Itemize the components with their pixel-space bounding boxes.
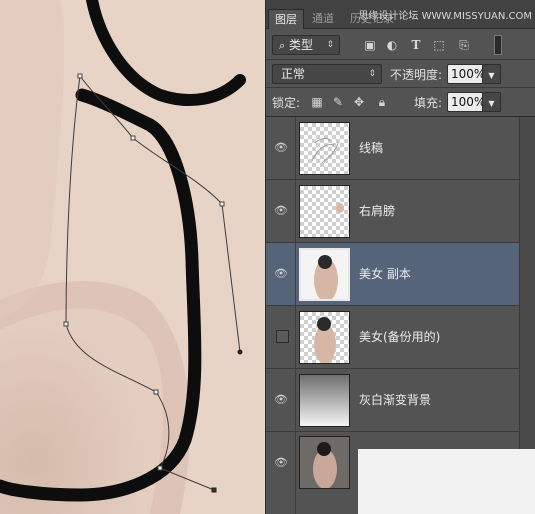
eye-icon: 👁︎: [274, 141, 288, 154]
layer-thumbnail: [299, 374, 350, 427]
watermark-text: 思缘设计论坛 WWW.MISSYUAN.COM: [358, 11, 532, 22]
lock-transparent-pixels-icon[interactable]: ▦: [309, 94, 325, 110]
visibility-toggle[interactable]: 👁︎: [266, 432, 296, 514]
lock-position-icon[interactable]: ✥: [351, 94, 367, 110]
layer-thumbnail: [299, 185, 350, 238]
layer-row-selected[interactable]: 👁︎ 美女 副本: [266, 243, 519, 306]
layer-thumbnail: [299, 248, 350, 301]
filter-kind-label: 类型: [289, 38, 314, 52]
filter-toggle-switch[interactable]: [494, 35, 502, 55]
layer-thumbnail: [299, 436, 350, 489]
visibility-toggle[interactable]: 👁︎: [266, 369, 296, 431]
document-canvas[interactable]: [0, 0, 265, 514]
layer-row[interactable]: 👁︎ 线稿: [266, 117, 519, 180]
chevron-updown-icon: ⇕: [368, 69, 376, 79]
layer-name[interactable]: 美女(备份用的): [359, 328, 440, 345]
lock-label: 锁定:: [272, 96, 301, 110]
layers-panel: 图层 通道 历史记录 思缘设计论坛 WWW.MISSYUAN.COM ⌕ 类型 …: [265, 0, 535, 514]
filter-kind-dropdown[interactable]: ⌕ 类型 ⇕: [272, 35, 340, 55]
visibility-toggle[interactable]: [266, 306, 296, 368]
chevron-down-icon: ▼: [488, 99, 495, 108]
chevron-down-icon: ▼: [488, 71, 495, 80]
search-icon: ⌕: [279, 39, 286, 52]
opacity-value: 100%: [451, 67, 486, 81]
opacity-dropdown-button[interactable]: ▼: [482, 64, 501, 84]
lock-all-icon[interactable]: 🔒︎: [374, 94, 390, 110]
chevron-updown-icon: ⇕: [326, 40, 334, 50]
lock-image-pixels-icon[interactable]: ✎: [330, 94, 346, 110]
adjustment-filter-icon[interactable]: ◐: [384, 37, 400, 53]
image-filter-icon[interactable]: ▣: [362, 37, 378, 53]
eye-icon: 👁︎: [274, 267, 288, 280]
panel-tab-bar: 图层 通道 历史记录 思缘设计论坛 WWW.MISSYUAN.COM: [266, 0, 535, 29]
tab-channels[interactable]: 通道: [306, 9, 340, 29]
lock-row: 锁定: ▦ ✎ ✥ 🔒︎ 填充: 100% ▼: [266, 88, 535, 117]
blend-mode-dropdown[interactable]: 正常 ⇕: [272, 64, 382, 84]
visibility-toggle[interactable]: 👁︎: [266, 117, 296, 179]
visibility-toggle[interactable]: 👁︎: [266, 180, 296, 242]
layer-name[interactable]: 线稿: [359, 139, 383, 156]
type-filter-icon[interactable]: T: [408, 37, 424, 53]
fill-value: 100%: [451, 95, 486, 109]
fill-label: 填充:: [414, 96, 443, 110]
hidden-visibility-box: [276, 330, 289, 343]
layer-name[interactable]: 灰白渐变背景: [359, 391, 431, 408]
tab-layers[interactable]: 图层: [268, 9, 304, 29]
canvas-artwork: [0, 0, 265, 514]
fill-dropdown-button[interactable]: ▼: [482, 92, 501, 112]
layer-thumbnail: [299, 311, 350, 364]
filter-row: ⌕ 类型 ⇕ ▣ ◐ T ⬚ ⎘: [266, 29, 535, 60]
layer-name[interactable]: 右肩膀: [359, 202, 395, 219]
eye-icon: 👁︎: [274, 393, 288, 406]
eye-icon: 👁︎: [274, 456, 288, 469]
layer-row[interactable]: 美女(备份用的): [266, 306, 519, 369]
layer-row[interactable]: 👁︎ 右肩膀: [266, 180, 519, 243]
blend-mode-value: 正常: [281, 67, 306, 81]
smart-object-filter-icon[interactable]: ⎘: [456, 37, 472, 53]
eye-icon: 👁︎: [274, 204, 288, 217]
layer-row[interactable]: 👁︎ 灰白渐变背景: [266, 369, 519, 432]
layer-name[interactable]: 美女 副本: [359, 265, 411, 282]
white-overlay-box: [358, 449, 535, 514]
blend-row: 正常 ⇕ 不透明度: 100% ▼: [266, 60, 535, 88]
visibility-toggle[interactable]: 👁︎: [266, 243, 296, 305]
shape-filter-icon[interactable]: ⬚: [431, 37, 447, 53]
opacity-label: 不透明度:: [390, 68, 443, 82]
layer-thumbnail: [299, 122, 350, 175]
